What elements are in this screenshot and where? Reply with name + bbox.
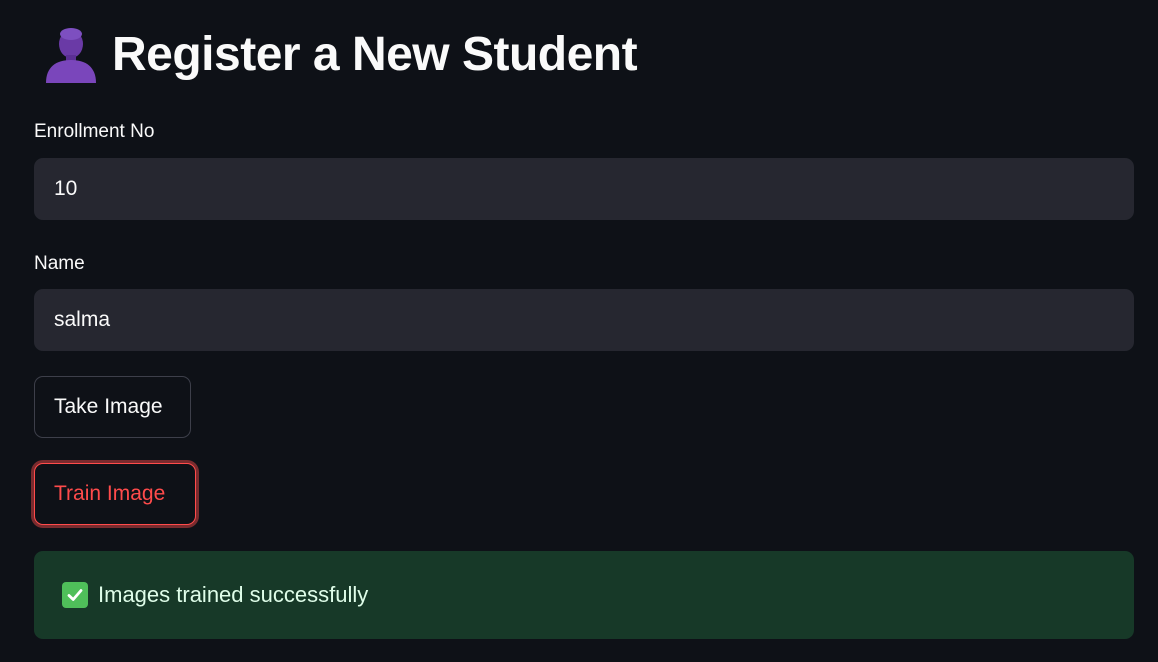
- take-image-button[interactable]: Take Image: [34, 376, 191, 438]
- success-alert: Images trained successfully: [34, 551, 1134, 639]
- enrollment-input[interactable]: 10: [34, 158, 1134, 220]
- page-title: Register a New Student: [112, 27, 638, 81]
- enrollment-label: Enrollment No: [34, 121, 155, 142]
- person-silhouette-icon: [42, 25, 100, 83]
- name-label: Name: [34, 253, 85, 274]
- page-header: Register a New Student: [42, 22, 638, 86]
- check-mark-icon: [62, 582, 88, 608]
- train-image-button[interactable]: Train Image: [34, 463, 196, 525]
- success-message: Images trained successfully: [98, 582, 369, 607]
- name-input[interactable]: salma: [34, 289, 1134, 351]
